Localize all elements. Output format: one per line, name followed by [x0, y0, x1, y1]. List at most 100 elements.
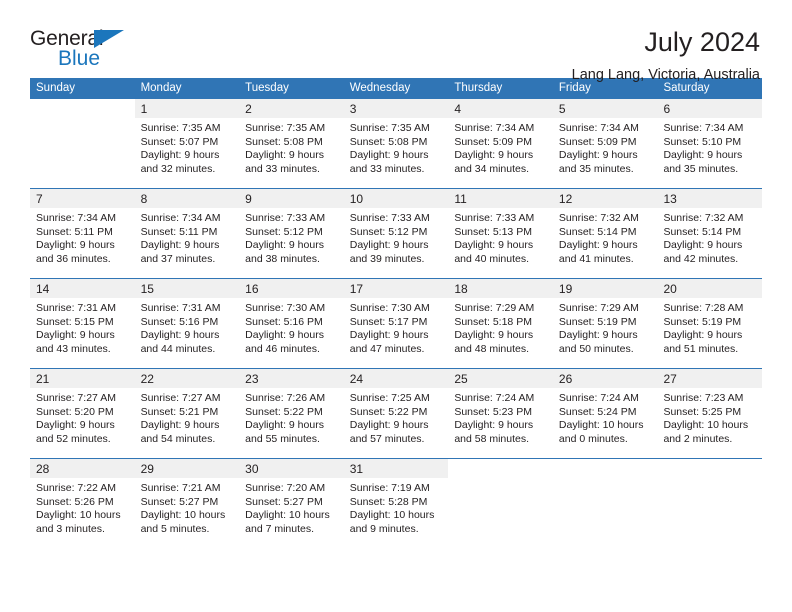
day-number: 14	[30, 279, 135, 298]
day-detail-line: and 50 minutes.	[558, 342, 634, 355]
day-detail-line: Sunrise: 7:34 AM	[663, 122, 744, 134]
day-detail-line: Daylight: 10 hours	[36, 509, 121, 521]
day-number: 3	[343, 99, 449, 118]
calendar-day-cell[interactable]: 6 Sunrise: 7:34 AM Sunset: 5:10 PM Daylight…	[657, 99, 763, 188]
day-detail-line: Sunrise: 7:29 AM	[558, 302, 639, 314]
calendar-day-cell[interactable]: 17 Sunrise: 7:30 AM Sunset: 5:17 PM Dayligh…	[343, 279, 449, 368]
calendar-day-cell[interactable]: 27 Sunrise: 7:23 AM Sunset: 5:25 PM Dayligh…	[657, 369, 763, 458]
day-detail-line: Daylight: 10 hours	[140, 509, 226, 521]
calendar-day-cell[interactable]: 16 Sunrise: 7:30 AM Sunset: 5:16 PM Dayligh…	[239, 279, 344, 368]
day-detail-line: Sunset: 5:12 PM	[349, 225, 428, 238]
calendar-day-cell[interactable]: 3 Sunrise: 7:35 AM Sunset: 5:08 PM Daylight…	[343, 99, 449, 188]
weekday-header-wednesday: Wednesday	[349, 82, 411, 94]
calendar-day-cell[interactable]: 23 Sunrise: 7:26 AM Sunset: 5:22 PM Dayligh…	[239, 369, 344, 458]
calendar-day-cell[interactable]: 14 Sunrise: 7:31 AM Sunset: 5:15 PM Dayligh…	[30, 279, 135, 368]
calendar-day-cell-empty	[448, 459, 553, 549]
day-detail-line: Sunrise: 7:33 AM	[454, 212, 535, 224]
calendar-day-cell[interactable]: 11 Sunrise: 7:33 AM Sunset: 5:13 PM Dayligh…	[448, 189, 553, 278]
calendar-day-cell[interactable]: 8 Sunrise: 7:34 AM Sunset: 5:11 PM Daylight…	[134, 189, 240, 278]
calendar-weeks: 1 Sunrise: 7:35 AM Sunset: 5:07 PM Daylight…	[30, 99, 763, 549]
calendar-day-cell[interactable]: 12 Sunrise: 7:32 AM Sunset: 5:14 PM Dayligh…	[552, 189, 658, 278]
day-detail-line: Sunrise: 7:34 AM	[558, 122, 639, 134]
calendar-day-cell-empty	[30, 99, 135, 188]
day-number: 22	[134, 369, 240, 388]
day-number	[448, 459, 553, 478]
calendar-day-cell[interactable]: 24 Sunrise: 7:25 AM Sunset: 5:22 PM Dayligh…	[343, 369, 449, 458]
weekday-header-friday: Friday	[558, 82, 591, 94]
day-detail-line: Sunset: 5:08 PM	[349, 135, 428, 148]
calendar-day-cell[interactable]: 10 Sunrise: 7:33 AM Sunset: 5:12 PM Dayligh…	[343, 189, 449, 278]
calendar-day-cell[interactable]: 29 Sunrise: 7:21 AM Sunset: 5:27 PM Dayligh…	[134, 459, 240, 549]
day-number: 1	[134, 99, 240, 118]
calendar-day-cell[interactable]: 26 Sunrise: 7:24 AM Sunset: 5:24 PM Dayligh…	[552, 369, 658, 458]
calendar-page: General Blue July 2024 Lang Lang, Victor…	[0, 0, 792, 612]
day-number: 27	[657, 369, 763, 388]
day-details: Sunrise: 7:34 AM Sunset: 5:09 PM Daylight:…	[553, 118, 658, 176]
day-details: Sunrise: 7:28 AM Sunset: 5:19 PM Daylight:…	[657, 298, 762, 356]
day-detail-line: Sunrise: 7:32 AM	[663, 212, 744, 224]
calendar-day-cell[interactable]: 13 Sunrise: 7:32 AM Sunset: 5:14 PM Dayligh…	[657, 189, 763, 278]
day-detail-line: Sunrise: 7:20 AM	[245, 482, 326, 494]
general-blue-logo[interactable]: General Blue	[30, 28, 150, 76]
day-number: 16	[239, 279, 344, 298]
day-detail-line: and 5 minutes.	[140, 522, 210, 535]
day-number: 15	[134, 279, 240, 298]
day-detail-line: Sunrise: 7:27 AM	[140, 392, 221, 404]
calendar-day-cell[interactable]: 5 Sunrise: 7:34 AM Sunset: 5:09 PM Daylight…	[552, 99, 658, 188]
day-details: Sunrise: 7:33 AM Sunset: 5:12 PM Daylight:…	[239, 208, 344, 266]
day-detail-line: Daylight: 9 hours	[140, 329, 220, 341]
day-details: Sunrise: 7:20 AM Sunset: 5:27 PM Daylight:…	[239, 478, 344, 536]
day-details: Sunrise: 7:35 AM Sunset: 5:08 PM Daylight:…	[239, 118, 344, 176]
day-detail-line: Sunset: 5:27 PM	[245, 495, 323, 508]
day-detail-line: and 7 minutes.	[245, 522, 315, 535]
calendar-day-cell[interactable]: 28 Sunrise: 7:22 AM Sunset: 5:26 PM Dayligh…	[30, 459, 135, 549]
calendar-day-cell[interactable]: 4 Sunrise: 7:34 AM Sunset: 5:09 PM Daylight…	[448, 99, 553, 188]
day-detail-line: Sunset: 5:11 PM	[36, 225, 113, 238]
day-detail-line: and 35 minutes.	[558, 162, 634, 175]
day-detail-line: Sunrise: 7:29 AM	[454, 302, 535, 314]
day-number: 9	[239, 189, 344, 208]
day-number	[553, 459, 658, 478]
day-details: Sunrise: 7:27 AM Sunset: 5:20 PM Daylight:…	[30, 388, 135, 446]
day-number: 23	[239, 369, 344, 388]
day-detail-line: and 47 minutes.	[349, 342, 425, 355]
title-block: July 2024 Lang Lang, Victoria, Australia	[572, 27, 762, 82]
day-detail-line: Sunrise: 7:31 AM	[140, 302, 221, 314]
day-detail-line: and 41 minutes.	[558, 252, 634, 265]
day-number: 2	[239, 99, 344, 118]
calendar-day-cell[interactable]: 19 Sunrise: 7:29 AM Sunset: 5:19 PM Dayligh…	[552, 279, 658, 368]
day-number: 7	[30, 189, 135, 208]
calendar-day-cell[interactable]: 25 Sunrise: 7:24 AM Sunset: 5:23 PM Dayligh…	[448, 369, 553, 458]
calendar-day-cell[interactable]: 21 Sunrise: 7:27 AM Sunset: 5:20 PM Dayligh…	[30, 369, 135, 458]
weekday-header-monday: Monday	[140, 82, 182, 94]
day-detail-line: and 55 minutes.	[245, 432, 320, 445]
day-detail-line: Sunset: 5:09 PM	[454, 135, 532, 148]
logo-text-general: General	[30, 27, 104, 50]
calendar-day-cell[interactable]: 30 Sunrise: 7:20 AM Sunset: 5:27 PM Dayligh…	[239, 459, 344, 549]
day-detail-line: Daylight: 9 hours	[454, 149, 534, 161]
calendar-day-cell[interactable]: 7 Sunrise: 7:34 AM Sunset: 5:11 PM Daylight…	[30, 189, 135, 278]
day-detail-line: Sunset: 5:13 PM	[454, 225, 532, 238]
calendar-day-cell[interactable]: 2 Sunrise: 7:35 AM Sunset: 5:08 PM Daylight…	[239, 99, 344, 188]
day-details: Sunrise: 7:32 AM Sunset: 5:14 PM Daylight:…	[657, 208, 762, 266]
calendar-day-cell[interactable]: 22 Sunrise: 7:27 AM Sunset: 5:21 PM Dayligh…	[134, 369, 240, 458]
day-detail-line: Daylight: 9 hours	[349, 329, 429, 341]
calendar-day-cell[interactable]: 1 Sunrise: 7:35 AM Sunset: 5:07 PM Daylight…	[134, 99, 240, 188]
calendar-day-cell[interactable]: 18 Sunrise: 7:29 AM Sunset: 5:18 PM Dayligh…	[448, 279, 553, 368]
day-detail-line: Daylight: 9 hours	[36, 419, 115, 431]
day-number	[30, 99, 135, 118]
day-detail-line: and 9 minutes.	[349, 522, 419, 535]
calendar-day-cell[interactable]: 9 Sunrise: 7:33 AM Sunset: 5:12 PM Daylight…	[239, 189, 344, 278]
day-detail-line: Sunset: 5:07 PM	[140, 135, 219, 148]
calendar-day-cell[interactable]: 31 Sunrise: 7:19 AM Sunset: 5:28 PM Dayligh…	[343, 459, 449, 549]
day-detail-line: Daylight: 9 hours	[558, 329, 638, 341]
day-details: Sunrise: 7:35 AM Sunset: 5:07 PM Daylight:…	[135, 118, 240, 176]
calendar-day-cell[interactable]: 15 Sunrise: 7:31 AM Sunset: 5:16 PM Dayligh…	[134, 279, 240, 368]
day-details: Sunrise: 7:24 AM Sunset: 5:24 PM Daylight:…	[553, 388, 658, 446]
day-detail-line: Sunrise: 7:30 AM	[245, 302, 326, 314]
calendar-day-cell[interactable]: 20 Sunrise: 7:28 AM Sunset: 5:19 PM Dayligh…	[657, 279, 763, 368]
day-detail-line: Sunrise: 7:34 AM	[36, 212, 116, 224]
day-number: 26	[552, 369, 658, 388]
day-detail-line: Daylight: 9 hours	[36, 329, 115, 341]
day-number: 20	[657, 279, 763, 298]
